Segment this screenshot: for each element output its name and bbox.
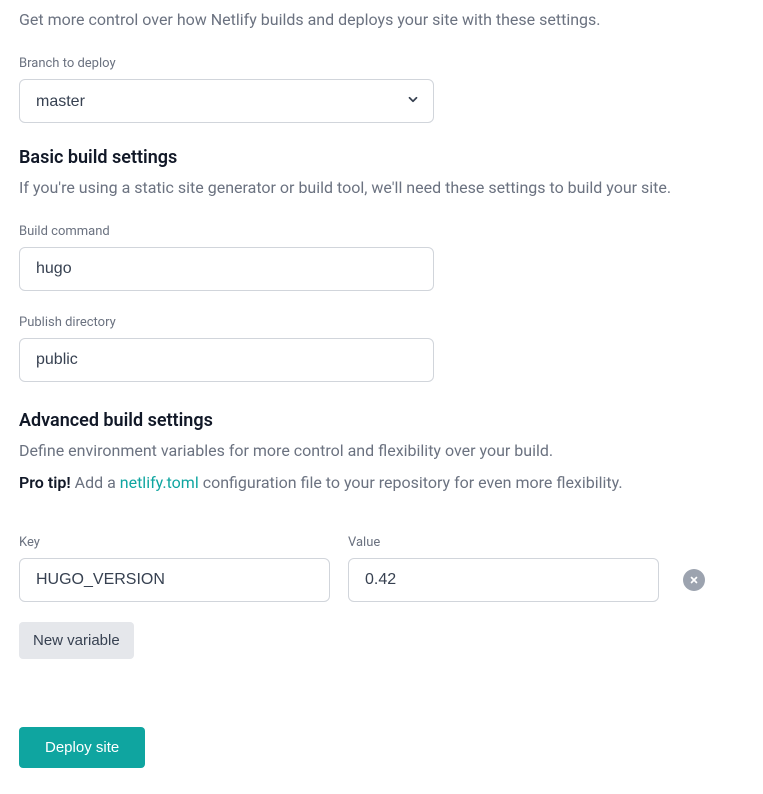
basic-heading: Basic build settings	[19, 147, 744, 168]
pro-tip-after: configuration file to your repository fo…	[199, 473, 623, 492]
new-variable-button[interactable]: New variable	[19, 622, 134, 659]
env-var-row: Key Value	[19, 535, 744, 602]
env-key-input[interactable]	[19, 558, 330, 602]
close-icon	[689, 575, 699, 585]
advanced-heading: Advanced build settings	[19, 410, 744, 431]
basic-desc: If you're using a static site generator …	[19, 176, 744, 200]
advanced-desc: Define environment variables for more co…	[19, 439, 744, 463]
branch-label: Branch to deploy	[19, 56, 744, 71]
pro-tip-line: Pro tip! Add a netlify.toml configuratio…	[19, 471, 744, 495]
netlify-toml-link[interactable]: netlify.toml	[120, 473, 199, 492]
pro-tip-before: Add a	[71, 473, 120, 492]
publish-directory-input[interactable]	[19, 338, 434, 382]
env-value-label: Value	[348, 535, 659, 550]
remove-variable-button[interactable]	[683, 569, 705, 591]
env-value-input[interactable]	[348, 558, 659, 602]
build-command-label: Build command	[19, 224, 744, 239]
env-key-label: Key	[19, 535, 330, 550]
advanced-build-section: Advanced build settings Define environme…	[19, 410, 744, 699]
env-value-col: Value	[348, 535, 659, 602]
branch-select[interactable]: master	[19, 79, 434, 123]
pro-tip-strong: Pro tip!	[19, 473, 71, 492]
basic-build-section: Basic build settings If you're using a s…	[19, 147, 744, 382]
branch-field: Branch to deploy master	[19, 56, 744, 123]
branch-select-wrap: master	[19, 79, 434, 123]
intro-text: Get more control over how Netlify builds…	[19, 8, 744, 32]
build-command-input[interactable]	[19, 247, 434, 291]
publish-directory-field: Publish directory	[19, 315, 744, 382]
build-command-field: Build command	[19, 224, 744, 291]
env-key-col: Key	[19, 535, 330, 602]
deploy-site-button[interactable]: Deploy site	[19, 727, 145, 768]
publish-directory-label: Publish directory	[19, 315, 744, 330]
